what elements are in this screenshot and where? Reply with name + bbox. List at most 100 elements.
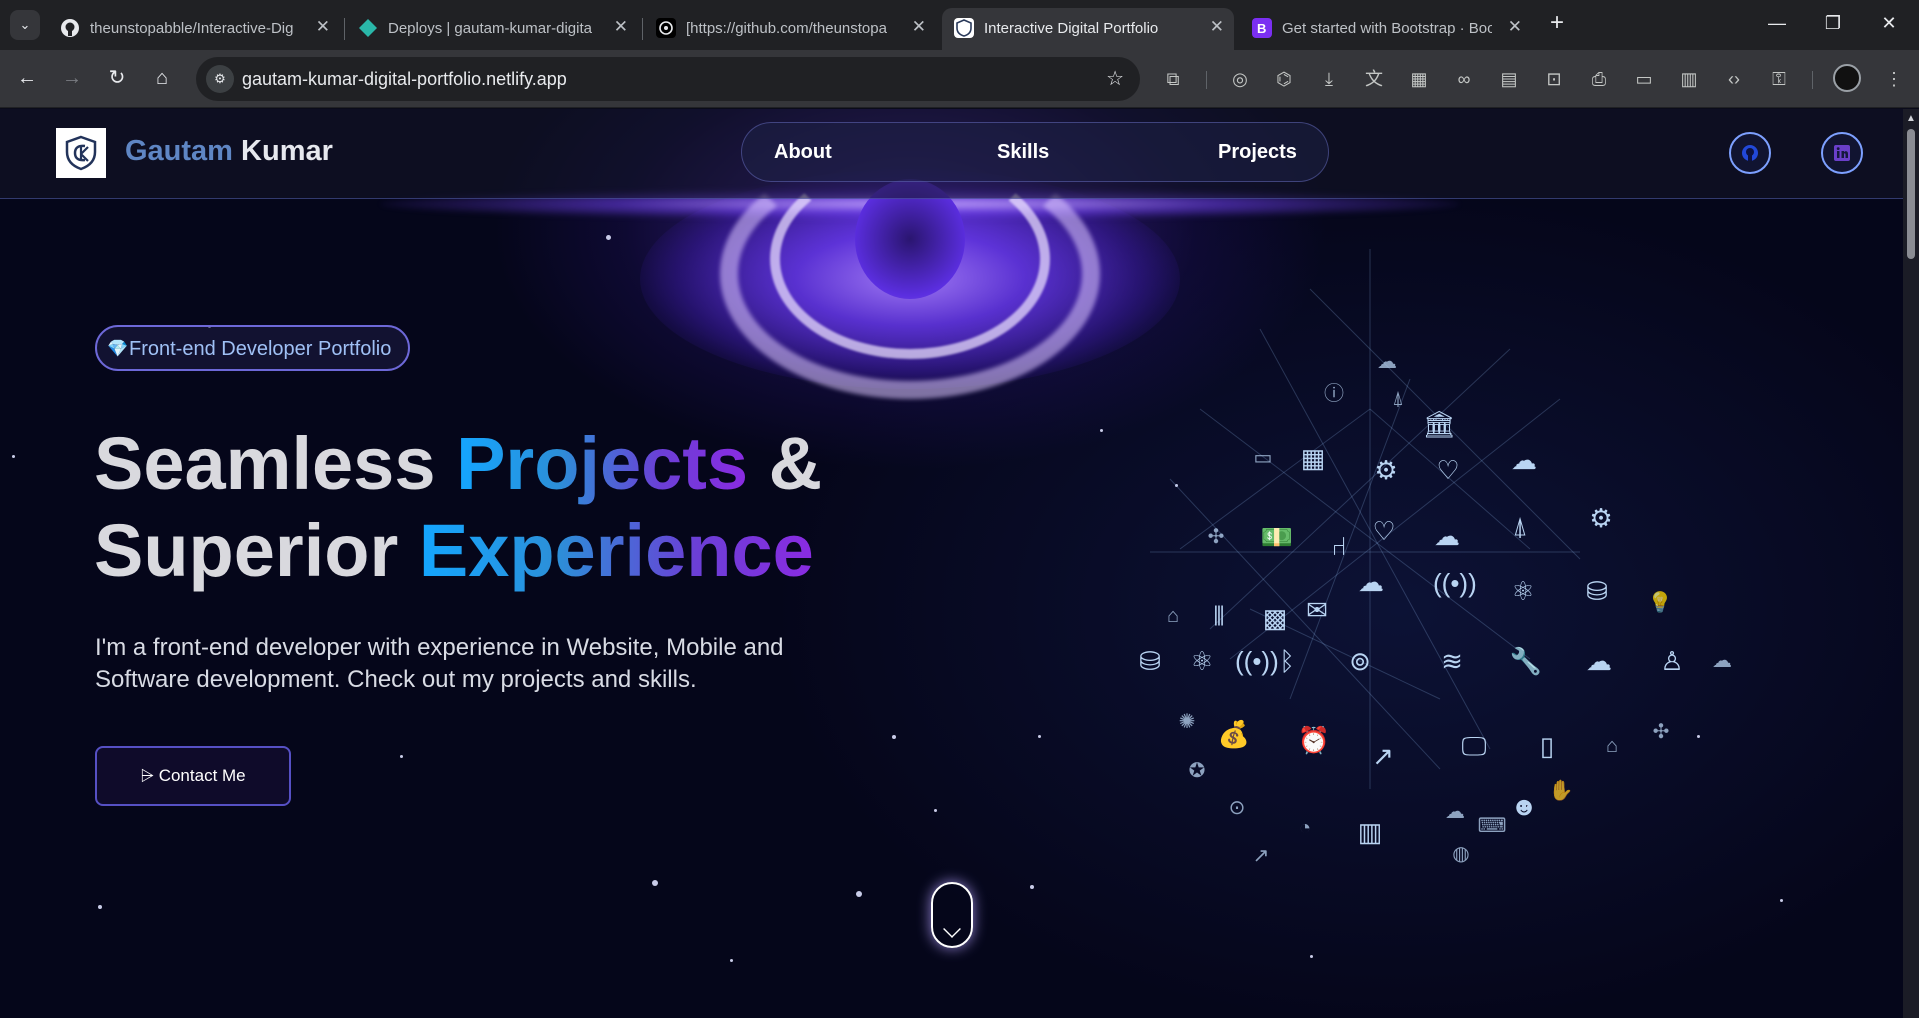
star — [1100, 429, 1103, 432]
bookmark-star-icon[interactable]: ☆ — [1106, 66, 1124, 91]
page-viewport: Gautam Kumar About Skills Projects 💎 Fro… — [0, 109, 1903, 1018]
star — [606, 235, 611, 240]
page-scrollbar[interactable]: ▲ — [1903, 109, 1919, 1018]
user-pin-icon: ♙ — [1660, 646, 1684, 676]
browser-tab-github[interactable]: theunstopabble/Interactive-Dig ✕ — [48, 8, 340, 50]
qr-icon: ▩ — [1262, 603, 1288, 633]
more-menu-icon[interactable]: ⋮ — [1880, 65, 1908, 93]
scrollbar-thumb[interactable] — [1907, 129, 1915, 259]
profile-avatar[interactable] — [1833, 64, 1861, 92]
user-search-icon: ⊚ — [1349, 646, 1371, 676]
download-icon[interactable]: ⤓ — [1315, 65, 1343, 93]
cloud-download-icon: ☁ — [1377, 351, 1397, 373]
address-bar[interactable]: ⚙ gautam-kumar-digital-portfolio.netlify… — [196, 57, 1140, 101]
settings-icon: ⚙ — [1589, 503, 1613, 533]
browser-tab-netlify[interactable]: Deploys | gautam-kumar-digita ✕ — [346, 8, 638, 50]
portfolio-logo-icon — [954, 18, 974, 38]
close-icon[interactable]: ✕ — [912, 17, 926, 37]
browser-tab-portfolio[interactable]: Interactive Digital Portfolio ✕ — [942, 8, 1234, 50]
tab-title: Get started with Bootstrap · Boo — [1282, 20, 1492, 37]
qr-code-icon[interactable]: ▦ — [1405, 65, 1433, 93]
money-icon: 💵 — [1260, 522, 1294, 552]
reload-button[interactable]: ↻ — [102, 63, 132, 93]
gears-icon: ⚙ — [1374, 455, 1398, 485]
reading-mode-icon[interactable]: ▤ — [1495, 65, 1523, 93]
bluetooth-icon: ᛒ — [1279, 646, 1295, 676]
browser-toolbar: ← → ↻ ⌂ ⚙ gautam-kumar-digital-portfolio… — [0, 50, 1919, 108]
scroll-up-arrow-icon[interactable]: ▲ — [1906, 113, 1916, 124]
bulb-icon: 💡 — [1647, 592, 1673, 614]
close-icon[interactable]: ✕ — [316, 17, 330, 37]
dna-icon: ⦀ — [1213, 601, 1225, 631]
github-link-button[interactable] — [1729, 132, 1771, 174]
wifi-icon: ≋ — [1441, 646, 1463, 676]
growth-chart-icon: ↗ — [1372, 741, 1394, 771]
translate-icon[interactable]: 文 — [1360, 65, 1388, 93]
nav-item-projects[interactable]: Projects — [1218, 141, 1297, 164]
device-icon[interactable]: ▭ — [1630, 65, 1658, 93]
bank-icon: 🏛 — [1422, 409, 1456, 439]
money-bag-icon: 💰 — [1217, 719, 1251, 749]
star — [892, 735, 896, 739]
screenshot-icon[interactable]: ◎ — [1226, 65, 1254, 93]
forward-button[interactable]: → — [57, 63, 87, 93]
role-badge: 💎 Front-end Developer Portfolio — [95, 325, 410, 371]
main-nav: About Skills Projects — [741, 122, 1329, 182]
contact-me-button[interactable]: ⩥ Contact Me — [95, 746, 291, 806]
hero-intro: I'm a front-end developer with experienc… — [95, 634, 784, 693]
stethoscope-icon: ♡ — [1436, 455, 1460, 485]
extensions-icon[interactable]: ⧉ — [1159, 65, 1187, 93]
tech-icon-globe: ☁ ⓘ ⍋ 🏛 ▭ ▦ ⚙ ♡ ☁ ⚙ ✣ 💵 ⑁ ♡ ☁ ⍋ ☁ ((•)) … — [1110, 229, 1750, 867]
site-info-icon[interactable]: ⚙ — [206, 65, 234, 93]
devtools-icon[interactable]: ‹› — [1720, 65, 1748, 93]
database-icon: ⛁ — [1586, 576, 1608, 606]
site-logo[interactable] — [56, 128, 106, 178]
maximize-button[interactable]: ❐ — [1813, 8, 1853, 38]
brand-last-name: Kumar — [241, 135, 333, 167]
star — [1038, 735, 1041, 738]
link-icon[interactable]: ∞ — [1450, 65, 1478, 93]
vpn-icon[interactable]: ⌬ — [1270, 65, 1298, 93]
database-icon: ⛁ — [1139, 646, 1161, 676]
close-icon[interactable]: ✕ — [614, 17, 628, 37]
browser-tab-chatgpt[interactable]: [https://github.com/theunstopa ✕ — [644, 8, 936, 50]
close-icon[interactable]: ✕ — [1508, 17, 1522, 37]
star — [934, 809, 937, 812]
star — [730, 959, 733, 962]
close-icon[interactable]: ✕ — [1210, 17, 1224, 37]
window-close-button[interactable]: ✕ — [1869, 8, 1909, 38]
bootstrap-icon: B — [1252, 18, 1272, 38]
browser-tab-bootstrap[interactable]: B Get started with Bootstrap · Boo ✕ — [1240, 8, 1532, 50]
tab-search-button[interactable]: ⌄ — [10, 10, 40, 40]
send-icon: ⩥ — [140, 766, 154, 785]
scroll-down-indicator[interactable] — [931, 882, 973, 948]
home-button[interactable]: ⌂ — [147, 63, 177, 93]
back-button[interactable]: ← — [12, 63, 42, 93]
minimize-button[interactable]: — — [1757, 8, 1797, 38]
ai-head-icon: ☻ — [1510, 791, 1538, 821]
tab-title: Deploys | gautam-kumar-digita — [388, 20, 592, 37]
factory-icon: ⌂ — [1605, 735, 1619, 757]
tab-title: theunstopabble/Interactive-Dig — [90, 20, 294, 37]
wrench-icon: 🔧 — [1509, 646, 1543, 676]
linkedin-link-button[interactable] — [1821, 132, 1863, 174]
award-icon: ✪ — [1188, 760, 1206, 782]
svg-text:B: B — [1257, 21, 1266, 36]
star — [856, 891, 862, 897]
sidepanel-icon[interactable]: ▥ — [1675, 65, 1703, 93]
tower-icon: ⍋ — [1512, 511, 1528, 541]
hero-headline: Seamless Projects & Superior Experience — [94, 420, 874, 594]
url-text[interactable]: gautam-kumar-digital-portfolio.netlify.a… — [242, 69, 567, 90]
role-badge-text: Front-end Developer Portfolio — [129, 338, 392, 360]
mail-icon: ✉ — [1306, 595, 1328, 625]
new-tab-button[interactable]: + — [1543, 10, 1571, 38]
password-key-icon[interactable]: ⚿ — [1765, 65, 1793, 93]
print-icon[interactable]: ⎙ — [1585, 65, 1613, 93]
trend-up-icon: ↗ — [1252, 845, 1270, 867]
nav-item-about[interactable]: About — [774, 141, 832, 164]
nav-item-skills[interactable]: Skills — [997, 141, 1049, 164]
cast-icon[interactable]: ⊡ — [1540, 65, 1568, 93]
star — [12, 455, 15, 458]
brand-name[interactable]: Gautam Kumar — [125, 135, 333, 168]
handshake-icon: ✋ — [1548, 780, 1574, 802]
